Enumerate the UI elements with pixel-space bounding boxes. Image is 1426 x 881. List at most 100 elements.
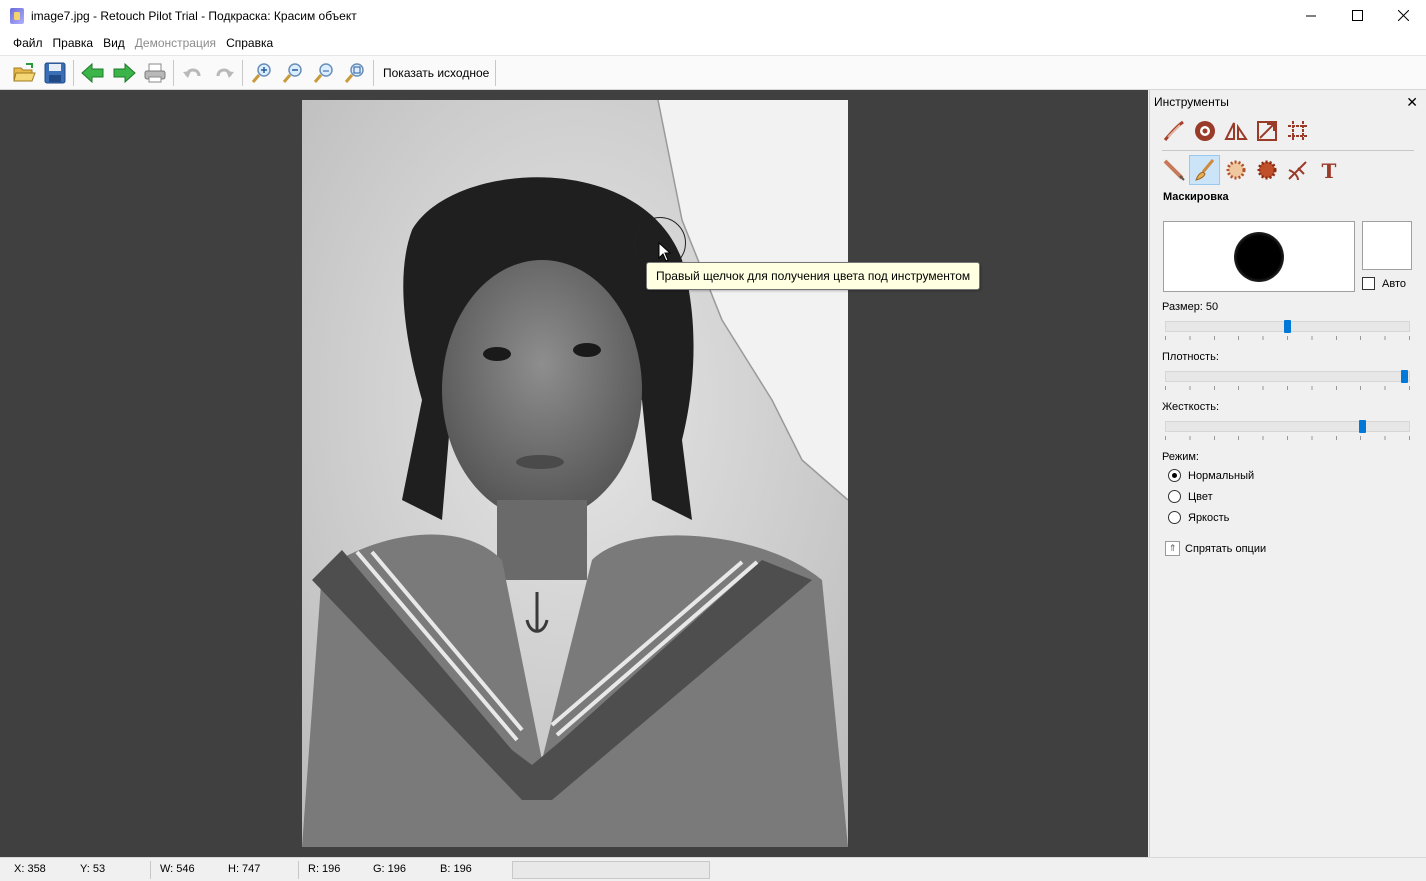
text-tool[interactable]: T — [1313, 155, 1344, 185]
size-slider[interactable] — [1165, 320, 1410, 333]
forward-button[interactable] — [108, 59, 139, 87]
panel-header: Инструменты ✕ — [1150, 90, 1426, 114]
mode-color-radio[interactable] — [1168, 490, 1181, 503]
open-button[interactable] — [8, 59, 39, 87]
status-height: H: 747 — [228, 863, 261, 875]
menu-view[interactable]: Вид — [98, 31, 130, 56]
image-canvas[interactable]: Правый щелчок для получения цвета под ин… — [0, 90, 1148, 857]
density-slider[interactable] — [1165, 370, 1410, 383]
zoom-fit-icon — [313, 62, 333, 83]
scratch-tool[interactable] — [1282, 155, 1313, 185]
zoom-actual-button[interactable] — [339, 59, 370, 87]
minimize-button[interactable] — [1288, 0, 1334, 31]
toolbar-separator — [495, 59, 497, 86]
undo-button[interactable] — [177, 59, 208, 87]
zoom-in-button[interactable] — [246, 59, 277, 87]
show-original-button[interactable]: Показать исходное — [377, 59, 495, 87]
status-y: Y: 53 — [80, 863, 106, 875]
auto-checkbox[interactable] — [1362, 277, 1375, 290]
hardness-label: Жесткость: — [1162, 401, 1220, 413]
toolbar-separator — [73, 59, 74, 86]
resize-icon — [1256, 121, 1277, 141]
brush-preview — [1163, 221, 1355, 292]
pencil-icon — [1163, 159, 1185, 181]
menu-demo[interactable]: Демонстрация — [130, 31, 221, 56]
pointer-cursor-icon — [658, 242, 672, 262]
redo-button[interactable] — [208, 59, 239, 87]
hardness-slider-thumb[interactable] — [1359, 420, 1366, 433]
brush-stroke-icon — [1163, 120, 1184, 141]
undo-icon — [182, 68, 200, 78]
zoom-out-button[interactable] — [277, 59, 308, 87]
window-title: image7.jpg - Retouch Pilot Trial - Подкр… — [31, 8, 357, 23]
mode-color-label: Цвет — [1188, 490, 1213, 503]
pencil-tool[interactable] — [1158, 155, 1189, 185]
burst-stamp-icon — [1257, 160, 1276, 180]
mode-brightness-option[interactable]: Яркость — [1168, 511, 1229, 524]
red-eye-tool[interactable] — [1189, 116, 1220, 146]
crop-grid-icon — [1287, 121, 1308, 141]
paint-brush-tool[interactable] — [1189, 155, 1220, 185]
arrow-left-icon — [80, 62, 103, 83]
retouch-tool[interactable] — [1158, 116, 1189, 146]
app-icon — [10, 7, 24, 24]
hardness-slider-ticks — [1165, 436, 1410, 440]
photo-image — [302, 100, 848, 847]
color-swatch[interactable] — [1362, 221, 1412, 270]
status-separator — [150, 861, 151, 879]
hide-options-button[interactable]: ⇑ Спрятать опции — [1165, 541, 1266, 556]
maximize-icon — [1351, 10, 1363, 21]
triangle-ruler-icon — [1223, 122, 1248, 140]
status-green: G: 196 — [373, 863, 407, 875]
density-slider-ticks — [1165, 386, 1410, 390]
arrow-right-icon — [113, 62, 136, 83]
resize-tool[interactable] — [1251, 116, 1282, 146]
window-controls — [1288, 0, 1426, 31]
mode-brightness-label: Яркость — [1188, 511, 1230, 524]
scratch-remove-icon — [1287, 161, 1307, 181]
menu-bar: Файл Правка Вид Демонстрация Справка — [0, 31, 1426, 56]
menu-edit[interactable]: Правка — [48, 31, 99, 56]
density-label: Плотность: — [1162, 351, 1219, 363]
size-slider-thumb[interactable] — [1284, 320, 1291, 333]
portrait-photo — [302, 100, 848, 847]
menu-help[interactable]: Справка — [221, 31, 278, 56]
print-button[interactable] — [139, 59, 170, 87]
close-button[interactable] — [1380, 0, 1426, 31]
menu-file[interactable]: Файл — [8, 31, 48, 56]
redo-icon — [216, 68, 234, 78]
panel-title: Инструменты — [1154, 95, 1229, 109]
density-slider-thumb[interactable] — [1401, 370, 1408, 383]
tool-row-bottom: T — [1150, 153, 1426, 187]
mode-brightness-radio[interactable] — [1168, 511, 1181, 524]
perspective-tool[interactable] — [1220, 116, 1251, 146]
mode-normal-option[interactable]: Нормальный — [1168, 469, 1254, 482]
hardness-slider[interactable] — [1165, 420, 1410, 433]
zoom-out-icon — [282, 62, 302, 83]
mode-normal-radio[interactable] — [1168, 469, 1181, 482]
save-button[interactable] — [39, 59, 70, 87]
auto-checkbox-row[interactable]: Авто — [1362, 277, 1406, 290]
section-title: Маскировка — [1163, 191, 1229, 203]
panel-close-icon[interactable]: ✕ — [1406, 94, 1418, 111]
tool-divider — [1162, 150, 1414, 151]
mode-label: Режим: — [1162, 451, 1199, 463]
tool-row-top — [1150, 114, 1426, 148]
progress-bar — [512, 861, 710, 879]
status-x: X: 358 — [14, 863, 46, 875]
chevron-up-icon: ⇑ — [1165, 541, 1180, 556]
text-icon: T — [1321, 159, 1336, 182]
close-icon — [1397, 10, 1409, 21]
minimize-icon — [1306, 15, 1316, 16]
mode-color-option[interactable]: Цвет — [1168, 490, 1213, 503]
size-slider-ticks — [1165, 336, 1410, 340]
maximize-button[interactable] — [1334, 0, 1380, 31]
status-blue: B: 196 — [440, 863, 472, 875]
zoom-fit-button[interactable] — [308, 59, 339, 87]
auto-label: Авто — [1382, 277, 1406, 290]
back-button[interactable] — [77, 59, 108, 87]
clone-tool[interactable] — [1251, 155, 1282, 185]
crop-tool[interactable] — [1282, 116, 1313, 146]
printer-icon — [144, 63, 165, 82]
pattern-tool[interactable] — [1220, 155, 1251, 185]
